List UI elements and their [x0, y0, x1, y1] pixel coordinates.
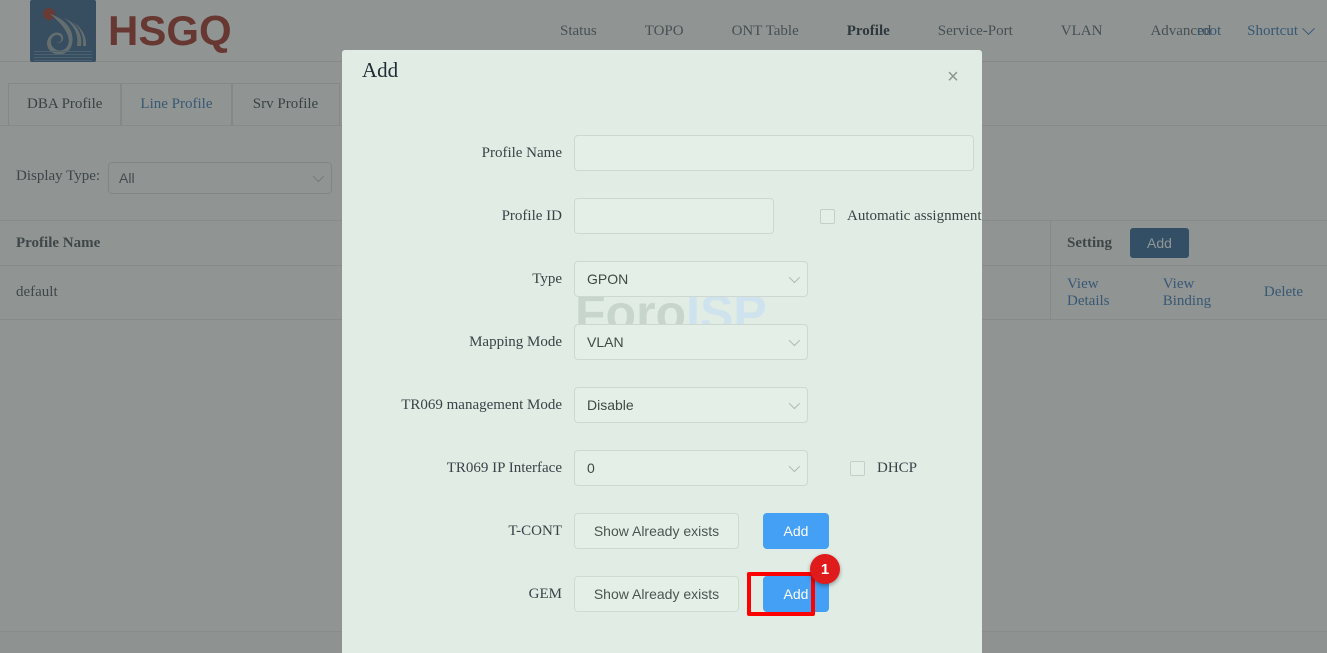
label-mapping-mode: Mapping Mode	[469, 333, 562, 350]
automatic-assignment-label: Automatic assignment	[847, 207, 982, 224]
field-tr069-ip-interface: TR069 IP Interface 0 DHCP	[388, 450, 917, 486]
mapping-mode-value: VLAN	[587, 334, 624, 350]
label-type: Type	[532, 270, 562, 287]
dhcp-checkbox[interactable]	[850, 460, 865, 476]
tcont-add-button[interactable]: Add	[763, 513, 829, 549]
field-profile-id: Profile ID Automatic assignment	[452, 198, 982, 234]
field-tr069-management-mode: TR069 management Mode Disable	[388, 387, 808, 423]
field-gem: GEM Show Already exists Add	[452, 576, 829, 612]
dialog-title: Add	[362, 58, 399, 82]
profile-id-input[interactable]	[574, 198, 774, 234]
type-value: GPON	[587, 271, 629, 287]
screen: HSGQ Status TOPO ONT Table Profile Servi…	[0, 0, 1327, 653]
chevron-down-icon	[788, 334, 801, 347]
field-type: Type GPON	[452, 261, 808, 297]
label-profile-name: Profile Name	[481, 144, 562, 161]
gem-show-existing-button[interactable]: Show Already exists	[574, 576, 739, 612]
tr069-ip-interface-select[interactable]: 0	[574, 450, 808, 486]
label-tcont: T-CONT	[508, 522, 562, 539]
chevron-down-icon	[788, 460, 801, 473]
type-select[interactable]: GPON	[574, 261, 808, 297]
label-tr069-ip-interface: TR069 IP Interface	[446, 459, 562, 476]
chevron-down-icon	[788, 397, 801, 410]
mapping-mode-select[interactable]: VLAN	[574, 324, 808, 360]
field-tcont: T-CONT Show Already exists Add	[452, 513, 829, 549]
chevron-down-icon	[788, 271, 801, 284]
label-tr069-management-mode: TR069 management Mode	[401, 396, 562, 413]
tr069-management-mode-select[interactable]: Disable	[574, 387, 808, 423]
tcont-show-existing-button[interactable]: Show Already exists	[574, 513, 739, 549]
tr069-ip-interface-value: 0	[587, 460, 595, 476]
dhcp-label: DHCP	[877, 459, 918, 476]
profile-name-input[interactable]	[574, 135, 974, 171]
automatic-assignment-checkbox[interactable]	[820, 208, 835, 224]
step-badge: 1	[810, 554, 840, 584]
label-profile-id: Profile ID	[501, 207, 562, 224]
field-mapping-mode: Mapping Mode VLAN	[452, 324, 808, 360]
field-profile-name: Profile Name	[452, 135, 974, 171]
tr069-management-mode-value: Disable	[587, 397, 634, 413]
label-gem: GEM	[528, 585, 562, 602]
close-icon[interactable]: ×	[940, 64, 966, 90]
